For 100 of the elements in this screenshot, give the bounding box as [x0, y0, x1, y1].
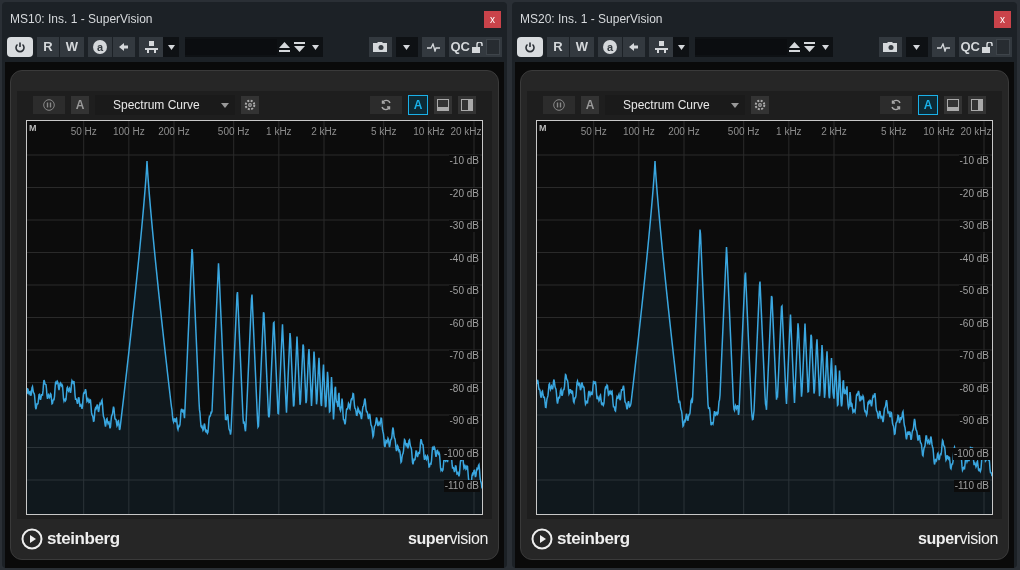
frequency-label: 2 kHz	[310, 125, 338, 139]
previous-preset-icon[interactable]	[789, 42, 800, 52]
pause-icon	[43, 99, 55, 111]
layout-side-button[interactable]	[458, 96, 476, 114]
frequency-label: 200 Hz	[667, 125, 701, 139]
panel-right-icon	[461, 99, 473, 111]
settings-button[interactable]	[751, 96, 769, 114]
caret-icon	[167, 44, 175, 50]
dropdown-button[interactable]	[395, 37, 418, 57]
snapshot-button[interactable]	[368, 37, 392, 57]
caret-icon	[731, 102, 739, 108]
product-logo: supervision	[407, 529, 488, 549]
brand-logo: steinberg	[47, 528, 120, 551]
sidechain-button[interactable]	[421, 37, 445, 57]
frequency-label: 1 kHz	[775, 125, 803, 139]
arrow-left-icon	[119, 43, 129, 51]
write-button[interactable]: W	[570, 37, 594, 57]
dropdown-button[interactable]	[905, 37, 928, 57]
unlocked-lock-icon[interactable]	[982, 41, 994, 53]
caret-icon	[913, 44, 920, 50]
frequency-label: 500 Hz	[726, 125, 761, 139]
frequency-label: 1 kHz	[265, 125, 293, 139]
unlocked-lock-icon[interactable]	[472, 41, 484, 53]
frequency-label: 100 Hz	[112, 125, 146, 139]
frequency-label: 10 kHz	[922, 125, 956, 139]
frequency-label: 2 kHz	[820, 125, 848, 139]
view-dropdown[interactable]: Spectrum Curve	[605, 95, 745, 115]
settings-icon	[244, 99, 256, 111]
freeze-button[interactable]: A	[581, 96, 599, 114]
settings-icon	[754, 99, 766, 111]
channel-label: M	[539, 122, 547, 135]
panel-bottom-icon	[947, 99, 959, 111]
frequency-label: 5 kHz	[879, 125, 908, 139]
layout-side-button[interactable]	[968, 96, 986, 114]
frequency-label: 50 Hz	[579, 125, 608, 139]
settings-button[interactable]	[241, 96, 259, 114]
sync-icon	[890, 99, 902, 111]
dropdown-button[interactable]	[673, 37, 689, 57]
sync-button[interactable]	[370, 96, 402, 114]
level-label: -30 dB	[448, 220, 480, 232]
channel-label: M	[29, 122, 37, 135]
power-icon	[524, 41, 536, 53]
preset-button[interactable]	[649, 37, 673, 57]
a-toggle[interactable]: A	[918, 95, 938, 115]
dropdown-button[interactable]	[163, 37, 179, 57]
caret-icon	[677, 44, 685, 50]
frequency-label: 50 Hz	[69, 125, 98, 139]
frequency-label: 20 kHz	[959, 125, 993, 139]
level-label: -30 dB	[958, 220, 990, 232]
level-label: -70 dB	[448, 350, 480, 362]
layout-bottom-button[interactable]	[434, 96, 452, 114]
frequency-label: 200 Hz	[157, 125, 191, 139]
sidechain-button[interactable]	[931, 37, 955, 57]
play-circle-icon	[531, 528, 553, 550]
write-button[interactable]: W	[60, 37, 84, 57]
caret-icon	[221, 102, 229, 108]
pause-button[interactable]	[543, 96, 575, 114]
layout-bottom-button[interactable]	[944, 96, 962, 114]
product-logo: supervision	[917, 529, 998, 549]
caret-icon	[821, 44, 829, 50]
play-circle-icon	[21, 528, 43, 550]
view-dropdown[interactable]: Spectrum Curve	[95, 95, 235, 115]
close-button[interactable]: x	[994, 10, 1011, 28]
power-button[interactable]	[517, 37, 543, 57]
toggle-button[interactable]	[486, 39, 500, 55]
toggle-button[interactable]	[996, 39, 1010, 55]
brand-logo: steinberg	[557, 528, 630, 551]
level-label: -90 dB	[448, 415, 480, 427]
pulse-icon	[936, 42, 950, 52]
arrow-button[interactable]	[623, 37, 645, 57]
frequency-label: 5 kHz	[369, 125, 398, 139]
sync-button[interactable]	[880, 96, 912, 114]
preset-button[interactable]	[139, 37, 163, 57]
level-label: -10 dB	[958, 155, 990, 167]
read-button[interactable]: R	[547, 37, 569, 57]
snapshot-button[interactable]	[878, 37, 902, 57]
panel-bottom-icon	[437, 99, 449, 111]
pulse-icon	[426, 42, 440, 52]
read-button[interactable]: R	[37, 37, 59, 57]
next-preset-icon[interactable]	[804, 42, 815, 52]
caret-icon	[403, 44, 410, 50]
level-label: -90 dB	[958, 415, 990, 427]
previous-preset-icon[interactable]	[279, 42, 290, 52]
level-label: -110 dB	[443, 480, 480, 492]
panel-right-icon	[971, 99, 983, 111]
frequency-label: 500 Hz	[216, 125, 251, 139]
camera-icon	[883, 42, 897, 52]
pause-button[interactable]	[33, 96, 65, 114]
camera-icon	[373, 42, 387, 52]
auto-button[interactable]: a	[598, 37, 622, 57]
power-icon	[14, 41, 26, 53]
close-button[interactable]: x	[484, 10, 501, 28]
freeze-button[interactable]: A	[71, 96, 89, 114]
sync-icon	[380, 99, 392, 111]
a-toggle[interactable]: A	[408, 95, 428, 115]
power-button[interactable]	[7, 37, 33, 57]
auto-button[interactable]: a	[88, 37, 112, 57]
next-preset-icon[interactable]	[294, 42, 305, 52]
arrow-button[interactable]	[113, 37, 135, 57]
level-label: -50 dB	[958, 285, 990, 297]
